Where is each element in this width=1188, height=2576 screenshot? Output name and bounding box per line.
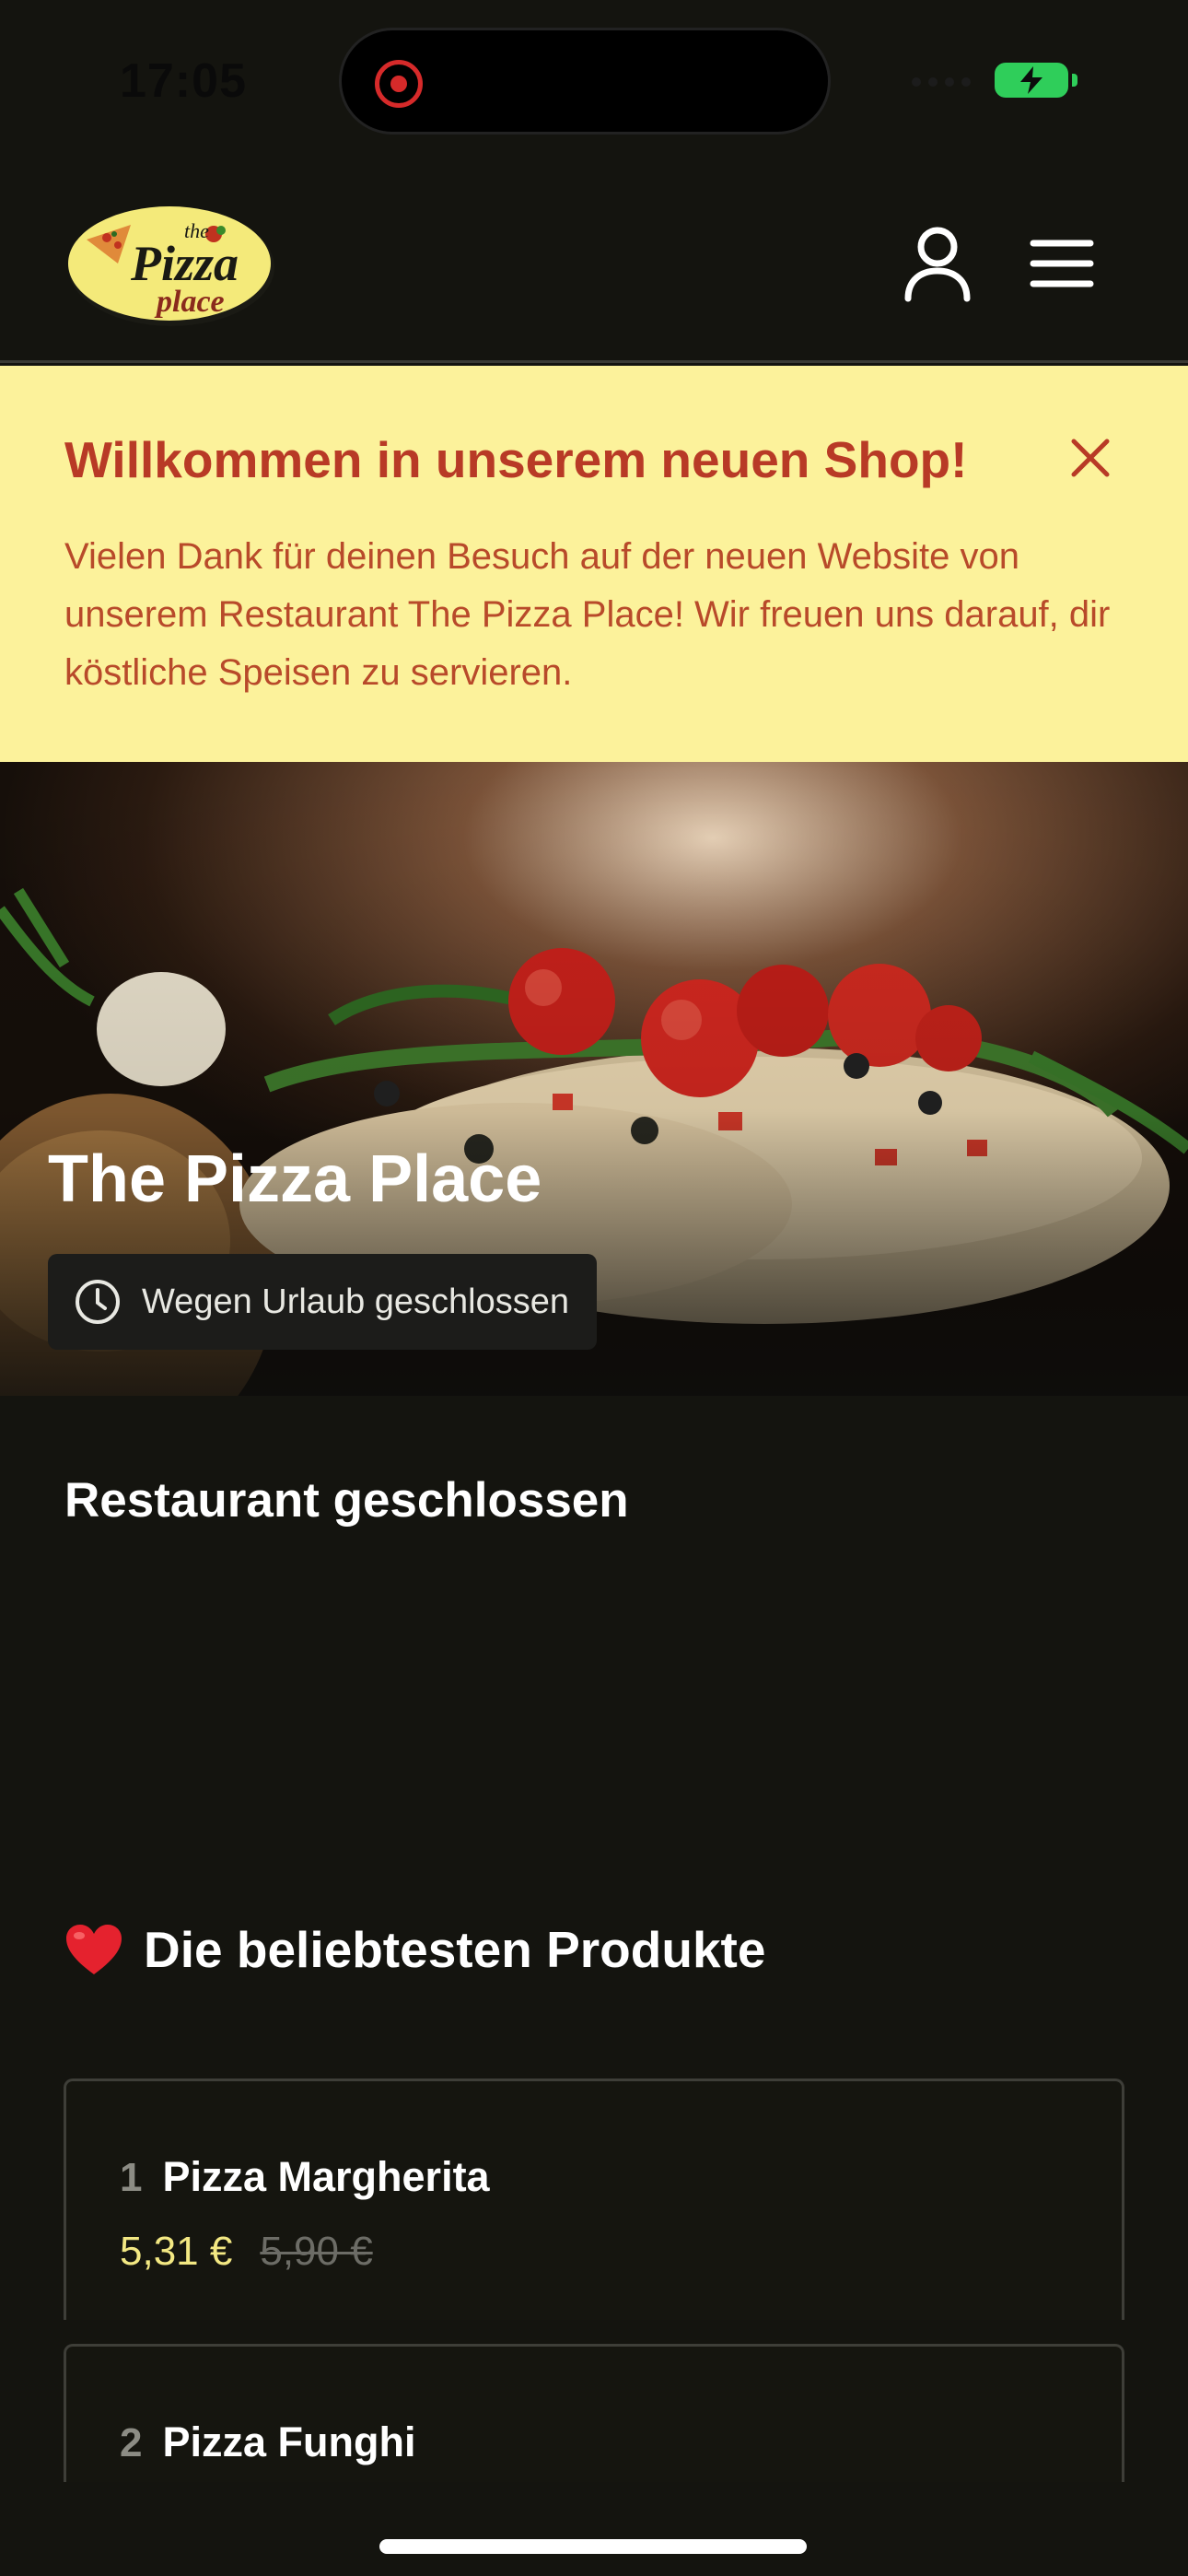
battery-charging-icon [995,63,1077,98]
product-price: 5,31 € [120,2229,233,2274]
logo-text-pizza: Pizza [130,236,239,291]
welcome-notice: Willkommen in unserem neuen Shop! Vielen… [0,366,1188,762]
notice-title: Willkommen in unserem neuen Shop! [64,431,968,488]
hamburger-menu-icon[interactable] [1030,238,1094,289]
site-header: the Pizza place [0,166,1188,363]
product-name: Pizza Margherita [162,2153,490,2200]
product-card[interactable]: 2 Pizza Funghi [64,2344,1124,2482]
status-time: 17:05 [120,54,247,108]
pizza-place-logo[interactable]: the Pizza place [66,203,276,328]
product-rank: 1 [120,2155,143,2200]
product-name: Pizza Funghi [162,2418,416,2465]
product-rank: 2 [120,2420,143,2465]
opening-status-badge[interactable]: Wegen Urlaub geschlossen [48,1254,598,1350]
heart-icon [66,1925,122,1974]
user-account-icon[interactable] [903,227,973,302]
product-old-price: 5,90 € [260,2229,373,2274]
status-bar: 17:05 [0,0,1188,166]
dynamic-island [339,28,831,135]
cellular-signal-icon [912,77,971,87]
restaurant-name: The Pizza Place [48,1142,542,1216]
opening-status-text: Wegen Urlaub geschlossen [142,1282,570,1321]
home-indicator[interactable] [379,2539,807,2554]
logo-text-place: place [154,285,225,319]
popular-products-heading: Die beliebtesten Produkte [64,1920,765,1979]
close-icon[interactable] [1068,436,1112,480]
screen-recording-icon [375,60,423,108]
clock-icon [76,1280,120,1324]
popular-products-title: Die beliebtesten Produkte [144,1921,766,1978]
notice-text: Vielen Dank für deinen Besuch auf der ne… [64,536,1111,693]
product-card[interactable]: 1 Pizza Margherita 5,31 € 5,90 € [64,2078,1124,2320]
hero-banner: The Pizza Place Wegen Urlaub geschlossen [0,762,1188,1396]
restaurant-closed-heading: Restaurant geschlossen [64,1473,629,1528]
